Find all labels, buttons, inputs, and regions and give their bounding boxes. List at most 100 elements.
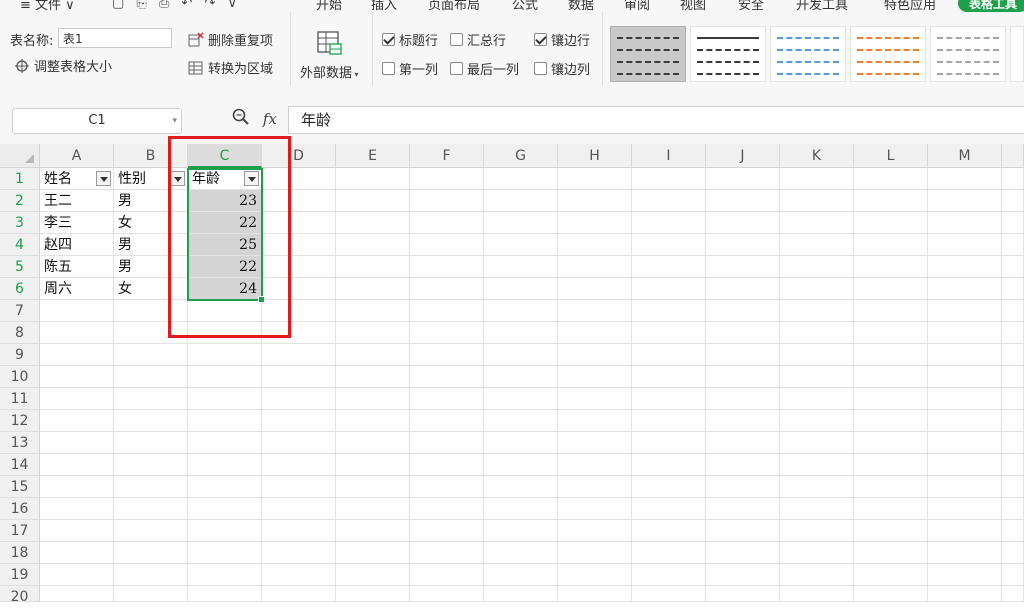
empty-cell[interactable] <box>484 190 558 212</box>
filter-dropdown-icon[interactable] <box>96 171 111 186</box>
empty-cell[interactable] <box>558 168 632 190</box>
row-header[interactable]: 2 <box>0 190 40 212</box>
empty-cell[interactable] <box>706 410 780 432</box>
empty-cell[interactable] <box>410 212 484 234</box>
empty-cell[interactable] <box>558 190 632 212</box>
empty-cell[interactable] <box>188 322 262 344</box>
data-cell-selected[interactable]: 24 <box>188 278 262 300</box>
empty-cell[interactable] <box>780 586 854 602</box>
empty-cell[interactable] <box>114 344 188 366</box>
convert-to-range-button[interactable]: 转换为区域 <box>188 58 273 77</box>
empty-cell[interactable] <box>780 300 854 322</box>
tab-formulas[interactable]: 公式 <box>512 0 538 12</box>
empty-cell[interactable] <box>262 564 336 586</box>
empty-cell[interactable] <box>336 168 410 190</box>
column-header[interactable]: G <box>484 144 558 168</box>
empty-cell[interactable] <box>854 498 928 520</box>
column-header[interactable]: B <box>114 144 188 168</box>
row-header[interactable]: 9 <box>0 344 40 366</box>
empty-cell[interactable] <box>114 366 188 388</box>
row-header[interactable]: 11 <box>0 388 40 410</box>
empty-cell[interactable] <box>40 454 114 476</box>
empty-cell[interactable] <box>188 410 262 432</box>
empty-cell[interactable] <box>706 256 780 278</box>
empty-cell[interactable] <box>114 432 188 454</box>
empty-cell[interactable] <box>632 520 706 542</box>
empty-cell[interactable] <box>558 564 632 586</box>
header-cell[interactable]: 性别 <box>114 168 188 190</box>
filter-dropdown-icon[interactable] <box>244 171 259 186</box>
empty-cell[interactable] <box>854 190 928 212</box>
tab-insert[interactable]: 插入 <box>371 0 397 12</box>
empty-cell[interactable] <box>1002 190 1024 212</box>
empty-cell[interactable] <box>706 190 780 212</box>
empty-cell[interactable] <box>410 498 484 520</box>
empty-cell[interactable] <box>632 322 706 344</box>
empty-cell[interactable] <box>188 498 262 520</box>
empty-cell[interactable] <box>188 454 262 476</box>
empty-cell[interactable] <box>262 586 336 602</box>
empty-cell[interactable] <box>40 410 114 432</box>
empty-cell[interactable] <box>780 212 854 234</box>
empty-cell[interactable] <box>632 366 706 388</box>
empty-cell[interactable] <box>114 322 188 344</box>
empty-cell[interactable] <box>780 234 854 256</box>
data-cell[interactable]: 女 <box>114 278 188 300</box>
empty-cell[interactable] <box>188 366 262 388</box>
empty-cell[interactable] <box>928 256 1002 278</box>
empty-cell[interactable] <box>336 190 410 212</box>
empty-cell[interactable] <box>40 322 114 344</box>
table-style-swatch[interactable] <box>770 26 846 82</box>
empty-cell[interactable] <box>484 454 558 476</box>
empty-cell[interactable] <box>484 586 558 602</box>
empty-cell[interactable] <box>262 322 336 344</box>
empty-cell[interactable] <box>114 498 188 520</box>
option-banded-rows[interactable]: 镶边行 <box>534 30 590 49</box>
option-header-row[interactable]: 标题行 <box>382 30 438 49</box>
empty-cell[interactable] <box>484 410 558 432</box>
empty-cell[interactable] <box>188 542 262 564</box>
empty-cell[interactable] <box>1002 366 1024 388</box>
column-header[interactable]: M <box>928 144 1002 168</box>
empty-cell[interactable] <box>780 454 854 476</box>
empty-cell[interactable] <box>632 344 706 366</box>
empty-cell[interactable] <box>40 476 114 498</box>
empty-cell[interactable] <box>336 366 410 388</box>
empty-cell[interactable] <box>336 586 410 602</box>
empty-cell[interactable] <box>114 476 188 498</box>
empty-cell[interactable] <box>336 432 410 454</box>
empty-cell[interactable] <box>854 388 928 410</box>
empty-cell[interactable] <box>558 520 632 542</box>
option-last-column[interactable]: 最后一列 <box>450 59 519 78</box>
tab-developer[interactable]: 开发工具 <box>796 0 848 12</box>
empty-cell[interactable] <box>854 256 928 278</box>
row-header[interactable]: 8 <box>0 322 40 344</box>
empty-cell[interactable] <box>780 498 854 520</box>
empty-cell[interactable] <box>410 344 484 366</box>
empty-cell[interactable] <box>484 520 558 542</box>
formula-input[interactable]: 年龄 <box>288 106 1024 134</box>
empty-cell[interactable] <box>928 388 1002 410</box>
row-header[interactable]: 4 <box>0 234 40 256</box>
empty-cell[interactable] <box>40 520 114 542</box>
empty-cell[interactable] <box>484 432 558 454</box>
empty-cell[interactable] <box>928 366 1002 388</box>
empty-cell[interactable] <box>1002 278 1024 300</box>
empty-cell[interactable] <box>706 454 780 476</box>
empty-cell[interactable] <box>854 344 928 366</box>
empty-cell[interactable] <box>410 168 484 190</box>
empty-cell[interactable] <box>706 498 780 520</box>
empty-cell[interactable] <box>484 366 558 388</box>
empty-cell[interactable] <box>928 454 1002 476</box>
empty-cell[interactable] <box>558 476 632 498</box>
empty-cell[interactable] <box>40 542 114 564</box>
empty-cell[interactable] <box>928 344 1002 366</box>
empty-cell[interactable] <box>40 366 114 388</box>
empty-cell[interactable] <box>780 388 854 410</box>
empty-cell[interactable] <box>780 322 854 344</box>
empty-cell[interactable] <box>558 388 632 410</box>
empty-cell[interactable] <box>1002 476 1024 498</box>
empty-cell[interactable] <box>928 498 1002 520</box>
empty-cell[interactable] <box>854 300 928 322</box>
empty-cell[interactable] <box>410 388 484 410</box>
